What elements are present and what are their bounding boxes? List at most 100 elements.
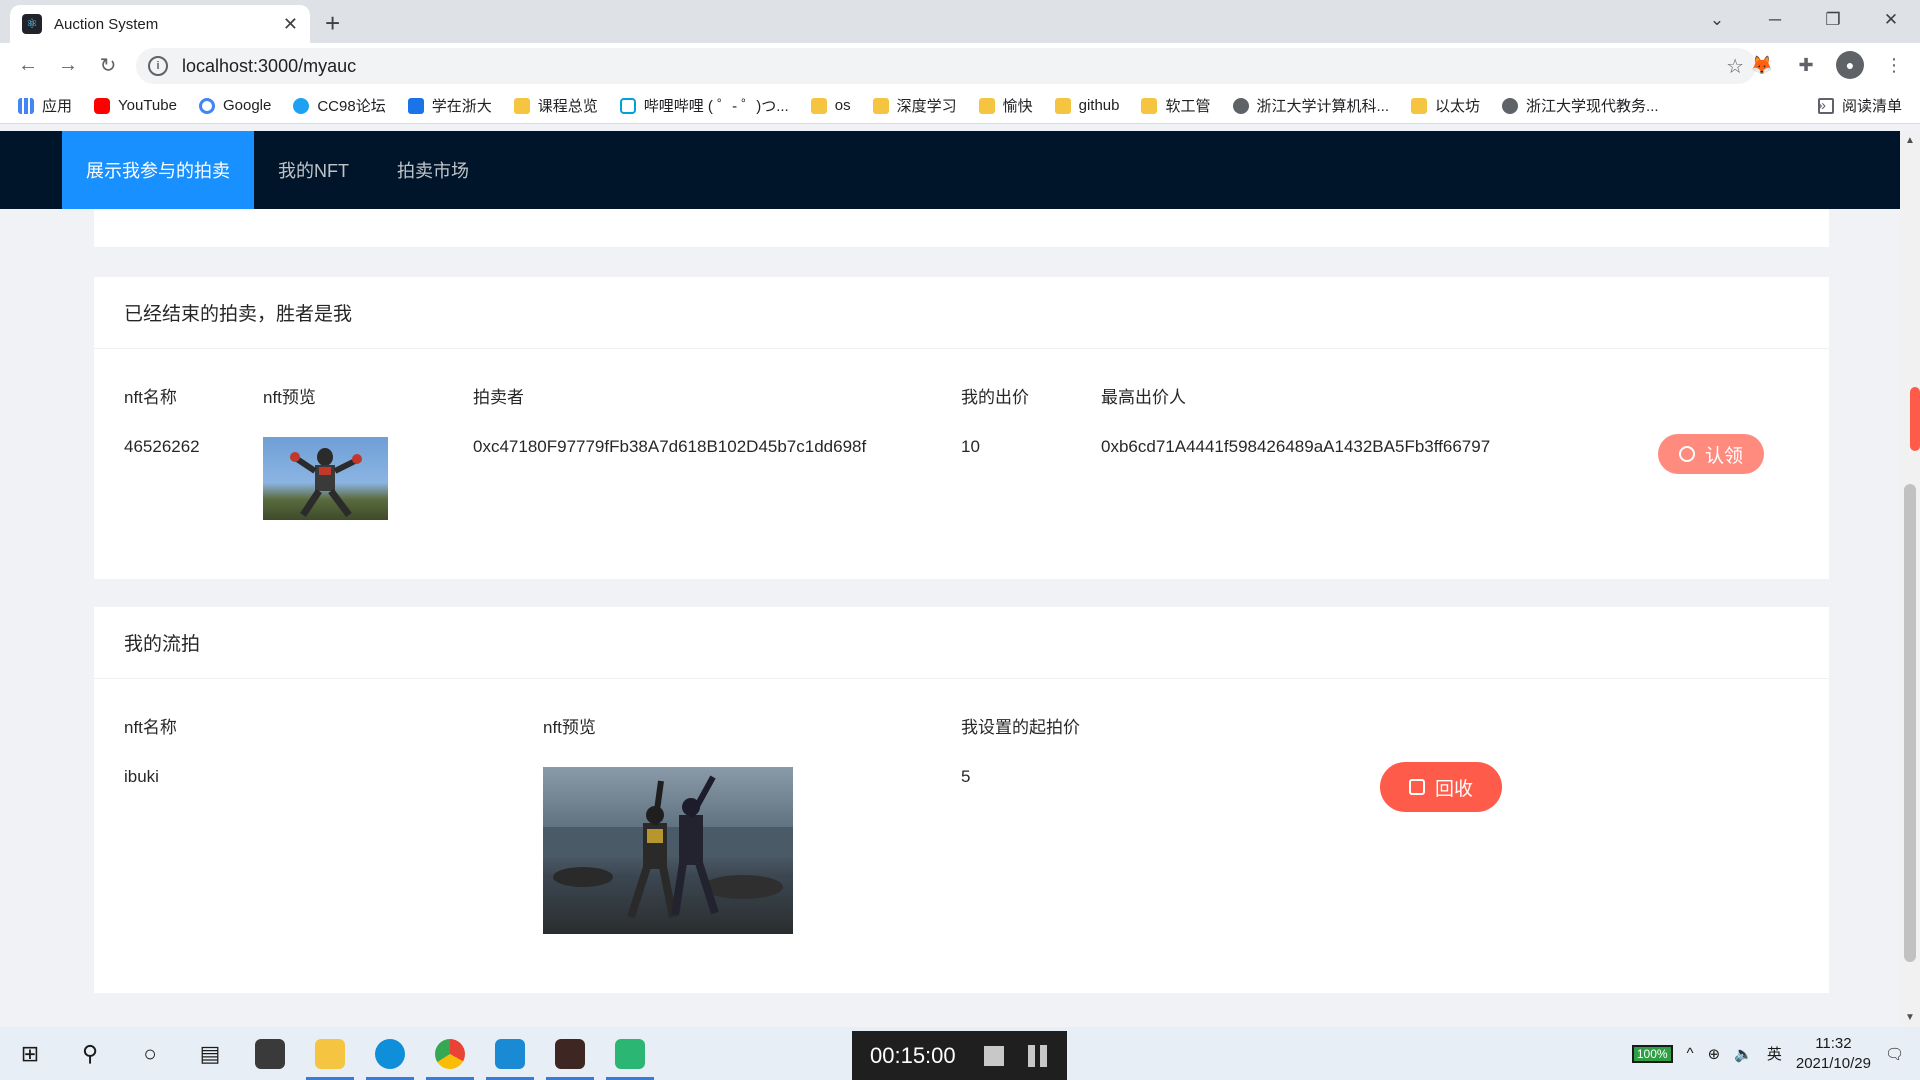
side-indicator (1910, 387, 1920, 451)
browser-tab[interactable]: ⚛ Auction System ✕ (10, 5, 310, 43)
col-header-highest-bidder: 最高出价人 (1101, 388, 1186, 407)
youtube-icon (94, 97, 111, 114)
bookmark-zju[interactable]: 学在浙大 (407, 95, 492, 116)
bookmark-apps[interactable]: 应用 (18, 95, 72, 116)
recorder-icon[interactable] (600, 1027, 660, 1080)
bookmark-os[interactable]: os (810, 97, 851, 114)
reload-icon[interactable]: ↻ (88, 53, 128, 78)
nav-market[interactable]: 拍卖市场 (373, 131, 493, 209)
minimize-icon[interactable]: ─ (1746, 10, 1804, 30)
bookmark-zju-jw[interactable]: 浙江大学现代教务... (1502, 95, 1659, 116)
previous-card (94, 209, 1829, 247)
cc98-icon (293, 97, 310, 114)
battery-icon[interactable]: 100% (1631, 1044, 1673, 1063)
nft-name: 46526262 (124, 437, 200, 456)
tab-title: Auction System (54, 15, 159, 33)
bookmark-ruangong[interactable]: 软工管 (1141, 95, 1211, 116)
stop-icon[interactable] (983, 1045, 1004, 1066)
bookmark-ethereum[interactable]: 以太坊 (1411, 95, 1480, 116)
bookmark-google[interactable]: Google (198, 97, 271, 114)
col-header-name: nft名称 (124, 388, 177, 407)
scroll-up-icon[interactable]: ▲ (1905, 135, 1915, 146)
calendar-check-icon (1408, 779, 1425, 795)
avatar[interactable]: ● (1836, 51, 1864, 79)
col-header-name: nft名称 (124, 718, 177, 737)
nav-my-auctions[interactable]: 展示我参与的拍卖 (62, 131, 254, 209)
col-header-preview: nft预览 (543, 718, 596, 737)
store-icon[interactable] (240, 1027, 300, 1080)
bookmark-github[interactable]: github (1054, 97, 1119, 114)
bookmarks-bar: 应用 YouTube Google CC98论坛 学在浙大 课程总览 哔哩哔哩 … (0, 88, 1920, 124)
start-price-value: 5 (961, 767, 971, 786)
maximize-icon[interactable]: ❐ (1804, 10, 1862, 30)
volume-icon[interactable]: 🔈 (1734, 1045, 1753, 1063)
apps-icon (18, 97, 34, 114)
col-header-auctioneer: 拍卖者 (473, 388, 524, 407)
ime-indicator[interactable]: 英 (1767, 1043, 1782, 1064)
bookmark-deeplearning[interactable]: 深度学习 (872, 95, 957, 116)
vscode-icon[interactable] (480, 1027, 540, 1080)
url-text: localhost:3000/myauc (182, 55, 357, 76)
page-viewport: 展示我参与的拍卖 我的NFT 拍卖市场 已经结束的拍卖，胜者是我 nft名称 n… (0, 131, 1900, 1027)
clock[interactable]: 11:32 2021/10/29 (1796, 1034, 1871, 1074)
tab-search-icon[interactable]: ⌄ (1688, 10, 1746, 30)
notification-icon[interactable]: 🗨 (1885, 1045, 1904, 1063)
bookmark-zju-cs[interactable]: 浙江大学计算机科... (1232, 95, 1389, 116)
extensions: 🦊 ✚ ● ⋮ (1748, 51, 1908, 79)
forward-icon[interactable]: → (48, 54, 88, 77)
menu-icon[interactable]: ⋮ (1880, 51, 1908, 79)
reading-list-button[interactable]: 阅读清单 (1817, 95, 1902, 116)
back-icon[interactable]: ← (8, 54, 48, 77)
card-title: 我的流拍 (94, 607, 1829, 679)
clock-time: 11:32 (1815, 1034, 1852, 1052)
folder-icon (978, 97, 995, 114)
reclaim-button[interactable]: 回收 (1380, 762, 1502, 812)
folder-icon (810, 97, 827, 114)
url-input[interactable]: i localhost:3000/myauc ☆ (136, 48, 1756, 84)
scrollbar-thumb[interactable] (1904, 484, 1916, 962)
highest-bidder-address: 0xb6cd71A4441f598426489aA1432BA5Fb3ff667… (1101, 437, 1491, 456)
reading-list-icon (1817, 97, 1834, 114)
close-window-icon[interactable]: ✕ (1862, 10, 1920, 30)
col-header-start-price: 我设置的起拍价 (961, 718, 1080, 737)
clock-date: 2021/10/29 (1795, 1054, 1871, 1072)
nft-preview-image (543, 767, 793, 934)
chrome-icon[interactable] (420, 1027, 480, 1080)
card-title: 已经结束的拍卖，胜者是我 (94, 277, 1829, 349)
metamask-icon[interactable]: 🦊 (1748, 51, 1776, 79)
bookmark-youtube[interactable]: YouTube (94, 97, 177, 114)
info-icon[interactable]: i (148, 56, 168, 76)
bookmark-cc98[interactable]: CC98论坛 (293, 95, 386, 116)
close-icon[interactable]: ✕ (283, 14, 298, 35)
puzzle-icon[interactable]: ✚ (1792, 51, 1820, 79)
new-tab-icon[interactable]: + (325, 8, 340, 39)
nft-name: ibuki (124, 767, 159, 786)
nav-my-nft[interactable]: 我的NFT (254, 131, 373, 209)
bookmark-bilibili[interactable]: 哔哩哔哩 ( ゜- ゜)つ... (619, 95, 789, 116)
edge-icon[interactable] (360, 1027, 420, 1080)
globe-icon[interactable]: ⊕ (1708, 1045, 1721, 1063)
bilibili-icon (619, 97, 636, 114)
pause-icon[interactable] (1027, 1044, 1047, 1067)
col-header-my-bid: 我的出价 (961, 388, 1029, 407)
failed-auctions-card: 我的流拍 nft名称 nft预览 我设置的起拍价 ibuki 5 回收 (94, 607, 1829, 993)
zju-icon (407, 97, 424, 114)
claim-button[interactable]: 认领 (1658, 434, 1764, 474)
folder-icon (1141, 97, 1158, 114)
google-icon (198, 97, 215, 114)
file-explorer-icon[interactable] (300, 1027, 360, 1080)
page-scrollbar[interactable]: ▲ ▼ (1900, 131, 1920, 1027)
figure-illustration (543, 775, 793, 919)
ganache-icon[interactable] (540, 1027, 600, 1080)
chevron-up-icon[interactable]: ^ (1687, 1045, 1694, 1062)
scroll-down-icon[interactable]: ▼ (1905, 1012, 1915, 1023)
bookmark-courses[interactable]: 课程总览 (513, 95, 598, 116)
search-icon[interactable]: ⚲ (60, 1027, 120, 1080)
task-view-icon[interactable]: ▤ (180, 1027, 240, 1080)
figure-illustration (290, 448, 362, 518)
cortana-icon[interactable]: ○ (120, 1027, 180, 1080)
globe-icon (1232, 97, 1249, 114)
bookmark-yukuai[interactable]: 愉快 (978, 95, 1033, 116)
bookmark-star-icon[interactable]: ☆ (1726, 54, 1744, 79)
windows-start-icon[interactable]: ⊞ (0, 1027, 60, 1080)
